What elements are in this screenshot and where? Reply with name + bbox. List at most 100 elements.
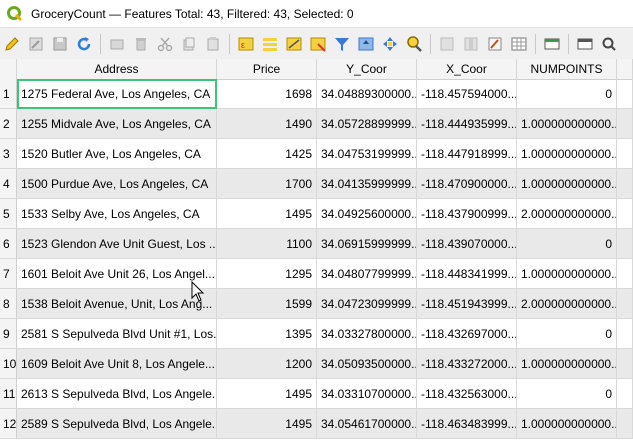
price-cell[interactable]: 1700	[217, 169, 317, 199]
table-row[interactable]: 2 1255 Midvale Ave, Los Angeles, CA 1490…	[0, 109, 633, 139]
y-coor-cell[interactable]: 34.06915999999...	[317, 229, 417, 259]
y-coor-cell[interactable]: 34.04753199999...	[317, 139, 417, 169]
price-cell[interactable]: 1599	[217, 289, 317, 319]
numpoints-cell[interactable]: 1.000000000000...	[517, 169, 617, 199]
attribute-table[interactable]: Address Price Y_Coor X_Coor NUMPOINTS 1 …	[0, 59, 633, 442]
row-number[interactable]: 1	[0, 79, 17, 109]
cut-icon[interactable]	[155, 34, 175, 54]
row-number[interactable]: 8	[0, 289, 17, 319]
address-cell[interactable]: 1275 Federal Ave, Los Angeles, CA	[17, 79, 217, 109]
row-number[interactable]: 2	[0, 109, 17, 139]
x-coor-cell[interactable]: -118.463483999...	[417, 409, 517, 439]
table-row[interactable]: 11 2613 S Sepulveda Blvd, Los Angele... …	[0, 379, 633, 409]
address-cell[interactable]: 2581 S Sepulveda Blvd Unit #1, Los...	[17, 319, 217, 349]
price-cell[interactable]: 1395	[217, 319, 317, 349]
select-all-icon[interactable]	[260, 34, 280, 54]
table-row[interactable]: 4 1500 Purdue Ave, Los Angeles, CA 1700 …	[0, 169, 633, 199]
column-header-price[interactable]: Price	[217, 59, 317, 79]
table-row[interactable]: 1 1275 Federal Ave, Los Angeles, CA 1698…	[0, 79, 633, 109]
invert-select-icon[interactable]	[284, 34, 304, 54]
row-number[interactable]: 7	[0, 259, 17, 289]
price-cell[interactable]: 1425	[217, 139, 317, 169]
price-cell[interactable]: 1490	[217, 109, 317, 139]
row-number[interactable]: 10	[0, 349, 17, 379]
filter-icon[interactable]	[332, 34, 352, 54]
row-number[interactable]: 9	[0, 319, 17, 349]
reload-icon[interactable]	[74, 34, 94, 54]
y-coor-cell[interactable]: 34.04723099999...	[317, 289, 417, 319]
price-cell[interactable]: 1495	[217, 379, 317, 409]
row-number[interactable]: 3	[0, 139, 17, 169]
table-row[interactable]: 9 2581 S Sepulveda Blvd Unit #1, Los... …	[0, 319, 633, 349]
address-cell[interactable]: 1601 Beloit Ave Unit 26, Los Angel...	[17, 259, 217, 289]
address-cell[interactable]: 1255 Midvale Ave, Los Angeles, CA	[17, 109, 217, 139]
actions-icon[interactable]	[575, 34, 595, 54]
expression-select-icon[interactable]: ε	[236, 34, 256, 54]
numpoints-cell[interactable]: 0	[517, 229, 617, 259]
row-number[interactable]: 6	[0, 229, 17, 259]
row-number[interactable]: 4	[0, 169, 17, 199]
row-number[interactable]: 11	[0, 379, 17, 409]
pencil-icon[interactable]	[2, 34, 22, 54]
address-cell[interactable]: 1520 Butler Ave, Los Angeles, CA	[17, 139, 217, 169]
y-coor-cell[interactable]: 34.04925600000...	[317, 199, 417, 229]
y-coor-cell[interactable]: 34.04135999999...	[317, 169, 417, 199]
y-coor-cell[interactable]: 34.04807799999...	[317, 259, 417, 289]
deselect-icon[interactable]	[308, 34, 328, 54]
numpoints-cell[interactable]: 2.000000000000...	[517, 199, 617, 229]
x-coor-cell[interactable]: -118.447918999...	[417, 139, 517, 169]
x-coor-cell[interactable]: -118.433272000...	[417, 349, 517, 379]
address-cell[interactable]: 1523 Glendon Ave Unit Guest, Los ...	[17, 229, 217, 259]
numpoints-cell[interactable]: 0	[517, 79, 617, 109]
numpoints-cell[interactable]: 1.000000000000...	[517, 259, 617, 289]
delete-field-icon[interactable]	[461, 34, 481, 54]
numpoints-cell[interactable]: 1.000000000000...	[517, 139, 617, 169]
numpoints-cell[interactable]: 1.000000000000...	[517, 109, 617, 139]
corner-header[interactable]	[0, 59, 17, 79]
price-cell[interactable]: 1698	[217, 79, 317, 109]
address-cell[interactable]: 2613 S Sepulveda Blvd, Los Angele...	[17, 379, 217, 409]
address-cell[interactable]: 1609 Beloit Ave Unit 8, Los Angele...	[17, 349, 217, 379]
move-top-icon[interactable]	[356, 34, 376, 54]
numpoints-cell[interactable]: 0	[517, 319, 617, 349]
x-coor-cell[interactable]: -118.432697000...	[417, 319, 517, 349]
table-row[interactable]: 3 1520 Butler Ave, Los Angeles, CA 1425 …	[0, 139, 633, 169]
row-number[interactable]: 12	[0, 409, 17, 439]
numpoints-cell[interactable]: 2.000000000000...	[517, 289, 617, 319]
x-coor-cell[interactable]: -118.470900000...	[417, 169, 517, 199]
numpoints-cell[interactable]: 0	[517, 379, 617, 409]
numpoints-cell[interactable]: 1.000000000000...	[517, 349, 617, 379]
y-coor-cell[interactable]: 34.05093500000...	[317, 349, 417, 379]
column-header-y-coor[interactable]: Y_Coor	[317, 59, 417, 79]
address-cell[interactable]: 2589 S Sepulveda Blvd, Los Angele...	[17, 409, 217, 439]
x-coor-cell[interactable]: -118.439070000...	[417, 229, 517, 259]
price-cell[interactable]: 1495	[217, 409, 317, 439]
table-row[interactable]: 6 1523 Glendon Ave Unit Guest, Los ... 1…	[0, 229, 633, 259]
y-coor-cell[interactable]: 34.05461700000...	[317, 409, 417, 439]
x-coor-cell[interactable]: -118.432563000...	[417, 379, 517, 409]
field-calc-icon[interactable]	[485, 34, 505, 54]
address-cell[interactable]: 1533 Selby Ave, Los Angeles, CA	[17, 199, 217, 229]
row-number[interactable]: 5	[0, 199, 17, 229]
new-field-icon[interactable]	[437, 34, 457, 54]
zoom-icon[interactable]	[404, 34, 424, 54]
price-cell[interactable]: 1295	[217, 259, 317, 289]
conditional-format-icon[interactable]	[509, 34, 529, 54]
table-row[interactable]: 7 1601 Beloit Ave Unit 26, Los Angel... …	[0, 259, 633, 289]
y-coor-cell[interactable]: 34.04889300000...	[317, 79, 417, 109]
price-cell[interactable]: 1200	[217, 349, 317, 379]
y-coor-cell[interactable]: 34.03310700000...	[317, 379, 417, 409]
address-cell[interactable]: 1500 Purdue Ave, Los Angeles, CA	[17, 169, 217, 199]
address-cell[interactable]: 1538 Beloit Avenue, Unit, Los Ang...	[17, 289, 217, 319]
table-row[interactable]: 8 1538 Beloit Avenue, Unit, Los Ang... 1…	[0, 289, 633, 319]
save-icon[interactable]	[50, 34, 70, 54]
column-header-numpoints[interactable]: NUMPOINTS	[517, 59, 617, 79]
table-row[interactable]: 10 1609 Beloit Ave Unit 8, Los Angele...…	[0, 349, 633, 379]
search-settings-icon[interactable]	[599, 34, 619, 54]
pan-icon[interactable]	[380, 34, 400, 54]
x-coor-cell[interactable]: -118.448341999...	[417, 259, 517, 289]
paste-icon[interactable]	[203, 34, 223, 54]
x-coor-cell[interactable]: -118.451943999...	[417, 289, 517, 319]
y-coor-cell[interactable]: 34.03327800000...	[317, 319, 417, 349]
delete-icon[interactable]	[131, 34, 151, 54]
